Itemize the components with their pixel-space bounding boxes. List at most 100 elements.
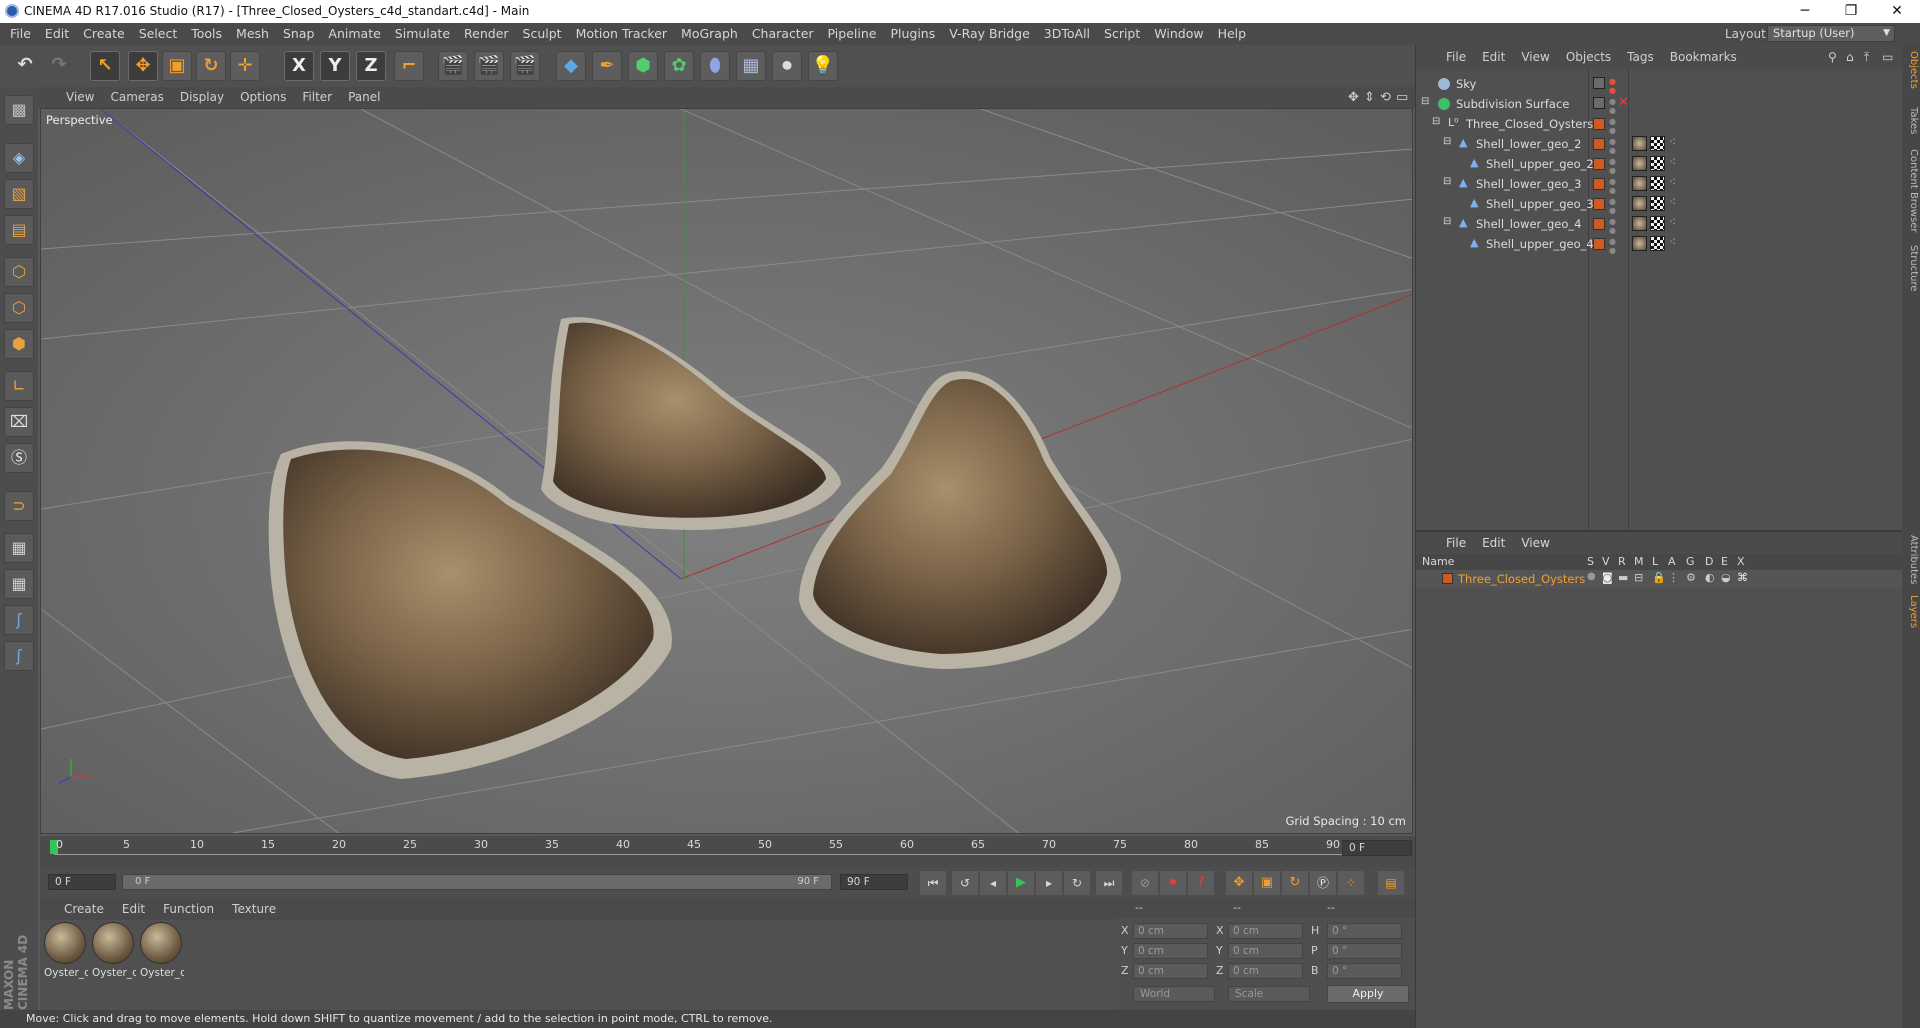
apply-button[interactable]: Apply (1327, 985, 1409, 1003)
points-mode-button[interactable]: ⬡ (4, 257, 34, 287)
uv-tag-icon[interactable] (1650, 216, 1665, 231)
timeline-ruler[interactable]: 0 5 10 15 20 25 30 35 40 45 50 55 60 65 … (40, 836, 1415, 868)
phong-tag-icon[interactable]: ⁖ (1669, 175, 1676, 189)
layer-color-icon[interactable] (1442, 573, 1453, 584)
autokey-button[interactable]: ⏺ (1160, 871, 1186, 895)
previous-frame-button[interactable]: ◂ (980, 871, 1006, 895)
viewport-menu-cameras[interactable]: Cameras (102, 87, 171, 108)
visibility-dots-icon[interactable]: ● ● (1609, 217, 1616, 235)
phong-tag-icon[interactable]: ⁖ (1669, 215, 1676, 229)
menu-snap[interactable]: Snap (276, 23, 321, 45)
menu-window[interactable]: Window (1147, 23, 1210, 45)
cube-object-button[interactable]: ◆ (556, 51, 586, 81)
viewport-menu-filter[interactable]: Filter (294, 87, 340, 108)
visibility-dots-icon[interactable]: ● ● (1609, 117, 1616, 135)
uv-tag-icon[interactable] (1650, 236, 1665, 251)
workplane-mode-button[interactable]: ▤ (4, 215, 34, 245)
python-script-button-2[interactable]: ʃ (4, 641, 34, 671)
collapse-icon[interactable]: ⊟ (1443, 216, 1451, 227)
objects-menu-edit[interactable]: Edit (1474, 45, 1513, 69)
menu-pipeline[interactable]: Pipeline (821, 23, 884, 45)
material-tag-icon[interactable] (1632, 196, 1647, 211)
uv-tag-icon[interactable] (1650, 156, 1665, 171)
key-parameter-button[interactable]: Ⓟ (1310, 871, 1336, 895)
menu-character[interactable]: Character (745, 23, 821, 45)
menu-tools[interactable]: Tools (184, 23, 229, 45)
eye-icon[interactable]: ◙ (1602, 571, 1613, 584)
rotation-p-field[interactable]: 0 ° (1327, 943, 1402, 959)
object-row-shell-upper-geo-3[interactable]: ▲ Shell_upper_geo_3 ● ● ⁖ (1416, 194, 1903, 215)
lock-icon[interactable]: 🔒 (1652, 571, 1666, 584)
layer-row[interactable]: Three_Closed_Oysters ● ◙ ▬ ⊟ 🔒 ⋮ ⚙ ◐ ◒ ⌘ (1416, 570, 1903, 588)
side-tab-layers[interactable]: Layers (1903, 595, 1919, 628)
menu-script[interactable]: Script (1097, 23, 1147, 45)
cloner-button[interactable]: ✿ (664, 51, 694, 81)
visibility-dots-icon[interactable]: ● ● (1609, 177, 1616, 195)
material-tag-icon[interactable] (1632, 176, 1647, 191)
uv-tag-icon[interactable] (1650, 136, 1665, 151)
search-icon[interactable]: ⚲ (1828, 45, 1837, 69)
collapse-icon[interactable]: ⊟ (1443, 176, 1451, 187)
object-row-subdivision-surface[interactable]: ⊟ Subdivision Surface ● ● ✕ (1416, 94, 1903, 115)
collapse-icon[interactable]: ⊟ (1432, 116, 1440, 127)
side-tab-structure[interactable]: Structure (1903, 245, 1919, 292)
menu-file[interactable]: File (0, 23, 38, 45)
collapse-icon[interactable]: ⊟ (1443, 136, 1451, 147)
layout-select[interactable]: Startup (User) ▼ (1767, 25, 1895, 42)
viewport-move-icon[interactable]: ✥ (1348, 87, 1359, 108)
menu-mograph[interactable]: MoGraph (674, 23, 745, 45)
solo-dot-icon[interactable]: ● (1587, 571, 1596, 582)
move-tool-button[interactable]: ✥ (128, 51, 158, 81)
size-x-field[interactable]: 0 cm (1228, 923, 1303, 939)
position-z-field[interactable]: 0 cm (1133, 963, 1208, 979)
record-keys-button[interactable]: ⊘ (1132, 871, 1158, 895)
viewport-menu-view[interactable]: View (38, 87, 102, 108)
visibility-dots-icon[interactable]: ● ● (1609, 137, 1616, 155)
solo-button[interactable]: Ⓢ (4, 443, 34, 473)
transform-tool-button[interactable]: ✛ (230, 51, 260, 81)
minimize-button[interactable]: ─ (1782, 0, 1828, 23)
material-menu-texture[interactable]: Texture (223, 898, 285, 920)
uv-tag-icon[interactable] (1650, 176, 1665, 191)
visibility-dots-icon[interactable]: ● ● (1609, 97, 1616, 115)
menu-simulate[interactable]: Simulate (388, 23, 457, 45)
material-menu-create[interactable]: Create (40, 898, 113, 920)
size-y-field[interactable]: 0 cm (1228, 943, 1303, 959)
render-settings-button[interactable]: 🎬 (510, 51, 540, 81)
edges-mode-button[interactable]: ⬡ (4, 293, 34, 323)
visibility-dots-icon[interactable]: ● ● (1609, 237, 1616, 255)
home-icon[interactable]: ⌂ (1846, 45, 1854, 69)
coordinate-system-button[interactable]: ⌐ (394, 51, 424, 81)
x-axis-lock-button[interactable]: X (284, 51, 314, 81)
perspective-viewport[interactable]: Perspective Grid Spacing : 10 cm (40, 108, 1413, 834)
live-selection-button[interactable]: ↖ (90, 51, 120, 81)
deformer-button[interactable]: ⬮ (700, 51, 730, 81)
key-position-button[interactable]: ✥ (1226, 871, 1252, 895)
planar-workplane-button[interactable]: ▦ (4, 569, 34, 599)
render-view-button[interactable]: 🎬 (438, 51, 468, 81)
rotation-b-field[interactable]: 0 ° (1327, 963, 1402, 979)
side-tab-objects[interactable]: Objects (1903, 51, 1919, 89)
end-frame-field[interactable]: 90 F (840, 874, 908, 890)
panel-maximize-icon[interactable]: ▭ (1882, 45, 1893, 69)
rotate-tool-button[interactable]: ↻ (196, 51, 226, 81)
phong-tag-icon[interactable]: ⁖ (1669, 195, 1676, 209)
objects-menu-file[interactable]: File (1416, 45, 1474, 69)
material-menu-function[interactable]: Function (154, 898, 223, 920)
redo-button[interactable]: ↷ (44, 51, 74, 81)
material-swatch[interactable]: Oyster_c (92, 922, 136, 980)
visibility-dots-icon[interactable]: ● ● (1609, 157, 1616, 175)
object-row-shell-lower-geo-2[interactable]: ⊟ ▲ Shell_lower_geo_2 ● ● ⁖ (1416, 134, 1903, 155)
viewport-menu-display[interactable]: Display (172, 87, 232, 108)
collapse-icon[interactable]: ⊟ (1421, 96, 1429, 107)
layers-menu-edit[interactable]: Edit (1474, 532, 1513, 554)
material-tag-icon[interactable] (1632, 136, 1647, 151)
objects-menu-tags[interactable]: Tags (1619, 45, 1662, 69)
viewport-menu-panel[interactable]: Panel (340, 87, 388, 108)
size-z-field[interactable]: 0 cm (1228, 963, 1303, 979)
material-tag-icon[interactable] (1632, 216, 1647, 231)
material-menu-edit[interactable]: Edit (113, 898, 154, 920)
next-frame-button[interactable]: ▸ (1036, 871, 1062, 895)
render-icon[interactable]: ▬ (1618, 571, 1628, 584)
floor-button[interactable]: ▦ (736, 51, 766, 81)
